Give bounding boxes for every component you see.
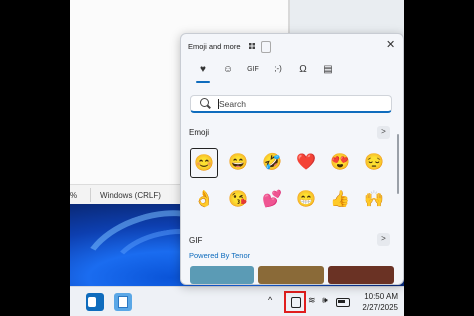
battery-icon[interactable] [336,298,350,307]
outlook-icon[interactable] [86,293,104,311]
tab-emoji[interactable]: ☺ [219,64,237,75]
wifi-icon[interactable]: ≋ [308,295,316,306]
close-icon[interactable]: ✕ [386,38,395,51]
grid-icon[interactable] [249,43,255,49]
emoji-kissing-face[interactable]: 😘 [224,185,252,215]
tab-gif[interactable]: GIF [244,66,262,73]
tab-kaomoji[interactable]: ;-) [269,64,287,73]
gif-thumbnail[interactable] [258,266,324,284]
emoji-pensive-face[interactable]: 😔 [360,148,388,178]
active-tab-indicator [196,81,210,83]
gif-more-button[interactable]: > [377,233,390,246]
search-input[interactable]: Search [190,95,392,113]
category-tabs: ♥ ☺ GIF ;-) Ω ▤ [181,60,403,82]
gif-section-label: GIF [189,236,203,245]
emoji-panel-tray-icon[interactable] [284,291,306,313]
taskbar: ^ ≋ 🕪 10:50 AM 2/27/2025 [70,286,404,316]
gif-thumbnail[interactable] [328,266,394,284]
scrollbar[interactable] [397,134,399,194]
emoji-beaming-face[interactable]: 😁 [292,185,320,215]
status-divider [90,188,91,202]
search-icon [200,98,209,107]
volume-icon[interactable]: 🕪 [322,295,328,306]
zoom-level: % [70,191,78,200]
emoji-panel: Emoji and more ✕ ♥ ☺ GIF ;-) Ω ▤ Search … [180,33,404,285]
emoji-section-label: Emoji [189,128,210,137]
tab-clipboard[interactable]: ▤ [319,64,337,75]
emoji-smiling-face[interactable]: 😊 [190,148,218,178]
tab-favorites[interactable]: ♥ [194,64,212,75]
emoji-heart-eyes[interactable]: 😍 [326,148,354,178]
emoji-two-hearts[interactable]: 💕 [258,185,286,215]
tab-symbols[interactable]: Ω [294,64,312,75]
emoji-more-button[interactable]: > [377,126,390,139]
emoji-grinning-face[interactable]: 😄 [224,148,252,178]
gif-thumbnail[interactable] [190,266,254,284]
panel-title: Emoji and more [188,42,241,51]
emoji-red-heart[interactable]: ❤️ [292,148,320,178]
keep-open-icon[interactable] [261,41,271,53]
powered-by-tenor[interactable]: Powered By Tenor [189,251,250,260]
letterbox-right [404,0,474,316]
clock-date: 2/27/2025 [362,303,398,312]
emoji-ok-hand[interactable]: 👌 [190,185,218,215]
emoji-rolling-laughing[interactable]: 🤣 [258,148,286,178]
chevron-up-icon[interactable]: ^ [268,295,272,305]
clock-time: 10:50 AM [364,292,398,301]
notepad-icon[interactable] [114,293,132,311]
letterbox-left [0,0,70,316]
search-placeholder: Search [219,99,246,109]
line-ending[interactable]: Windows (CRLF) [100,191,161,200]
clock[interactable]: 10:50 AM 2/27/2025 [352,291,398,313]
emoji-thumbs-up[interactable]: 👍 [326,185,354,215]
emoji-raising-hands[interactable]: 🙌 [360,185,388,215]
